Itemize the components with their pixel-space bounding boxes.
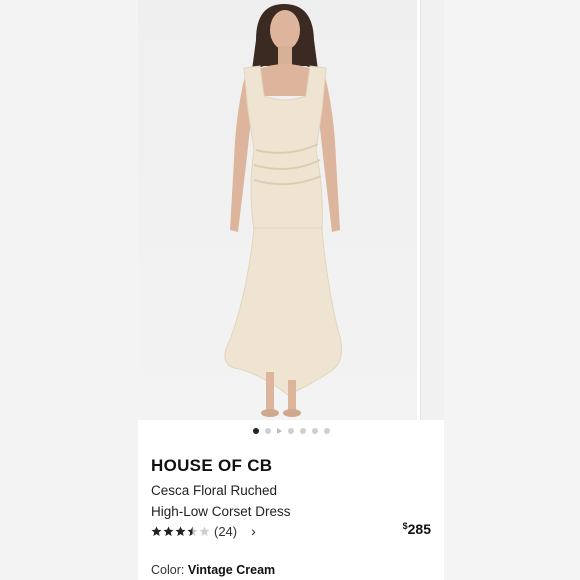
price-amount: 285 xyxy=(407,521,431,537)
color-label: Color: xyxy=(151,563,188,577)
right-background xyxy=(444,0,580,580)
dress-model-illustration xyxy=(224,4,343,417)
product-card[interactable]: HOUSE OF CB Cesca Floral Ruched High-Low… xyxy=(138,0,444,580)
star-full-icon xyxy=(151,525,162,536)
star-rating xyxy=(151,525,210,537)
rating-row[interactable]: (24) › xyxy=(151,523,256,539)
brand-name[interactable]: HOUSE OF CB xyxy=(151,456,272,476)
carousel-dot[interactable] xyxy=(299,428,306,434)
color-value: Vintage Cream xyxy=(187,563,276,577)
color-selection: Color: Vintage Cream xyxy=(151,563,275,577)
star-half-icon xyxy=(187,525,198,536)
carousel-dot[interactable] xyxy=(264,428,271,434)
left-background xyxy=(0,0,138,580)
review-count: (24) xyxy=(214,523,238,539)
star-full-icon xyxy=(175,525,186,536)
carousel-dot[interactable] xyxy=(252,428,259,434)
price: $285 xyxy=(403,521,431,537)
star-full-icon xyxy=(163,525,174,536)
carousel-indicators xyxy=(138,428,444,434)
carousel-dot[interactable] xyxy=(287,428,294,434)
video-play-icon[interactable] xyxy=(276,428,282,434)
product-image[interactable] xyxy=(138,0,417,420)
chevron-right-icon[interactable]: › xyxy=(251,523,256,539)
product-name[interactable]: Cesca Floral Ruched High-Low Corset Dres… xyxy=(151,480,351,522)
carousel-dot[interactable] xyxy=(311,428,318,434)
star-empty-icon xyxy=(199,525,210,536)
product-name-line: Cesca Floral Ruched xyxy=(151,483,278,498)
product-name-line: High-Low Corset Dress xyxy=(151,504,291,519)
next-image-peek[interactable] xyxy=(420,0,444,420)
carousel-dot[interactable] xyxy=(323,428,330,434)
